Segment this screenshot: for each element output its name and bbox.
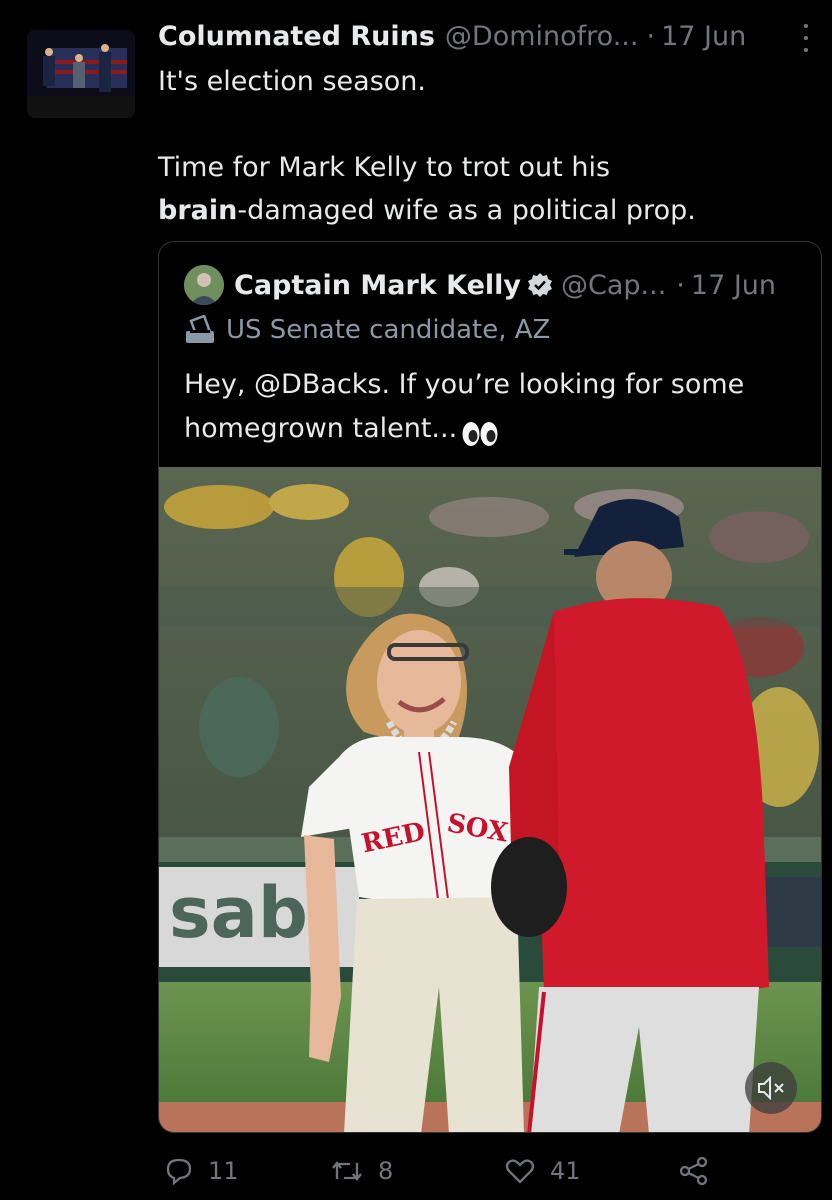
reply-button[interactable]: 11 (164, 1148, 239, 1194)
retweet-icon (332, 1161, 362, 1181)
speaker-muted-icon (758, 1075, 784, 1101)
reply-count: 11 (208, 1157, 239, 1185)
quoted-text-line: homegrown talent... (184, 413, 458, 444)
more-options-icon[interactable] (798, 24, 814, 52)
quoted-tweet-timestamp[interactable]: 17 Jun (691, 270, 776, 301)
tweet-media-video[interactable]: sab RED SOX (159, 467, 821, 1132)
like-button[interactable]: 41 (504, 1148, 581, 1194)
tweet-text: It's election season. Time for Mark Kell… (158, 60, 798, 232)
tweet-actions-bar: 11 8 41 (158, 1148, 718, 1194)
share-icon (679, 1156, 708, 1186)
quoted-tweet-text: Hey, @DBacks. If you’re looking for some… (184, 363, 804, 451)
tweet-timestamp[interactable]: 17 Jun (661, 21, 746, 52)
reply-icon (166, 1158, 192, 1186)
author-name[interactable]: Columnated Ruins (158, 21, 435, 52)
tweet-text-line: Time for Mark Kelly to trot out his (158, 152, 611, 183)
separator-dot: · (646, 20, 656, 52)
tweet-header: Columnated Ruins @Dominofro... · 17 Jun (158, 14, 818, 58)
ballot-box-icon (184, 314, 216, 345)
mute-button[interactable] (745, 1062, 797, 1114)
quoted-author-avatar[interactable] (184, 265, 224, 305)
tweet-text-rest: -damaged wife as a political prop. (237, 195, 696, 226)
quoted-text-line-2: homegrown talent... (184, 407, 804, 451)
like-count: 41 (550, 1157, 581, 1185)
tweet-text-line: brain-damaged wife as a political prop. (158, 189, 798, 232)
verified-badge-icon (527, 272, 553, 298)
bold-word: brain (158, 195, 238, 226)
quoted-author-handle[interactable]: @Cap... (561, 270, 666, 301)
government-label-text: US Senate candidate, AZ (226, 315, 551, 345)
quoted-text-line: Hey, @DBacks. If you’re looking for some (184, 369, 745, 400)
eyes-emoji-icon (461, 417, 499, 446)
quoted-tweet-header: Captain Mark Kelly @Cap... · 17 Jun (234, 262, 814, 308)
retweet-button[interactable]: 8 (330, 1148, 393, 1194)
svg-text:sab: sab (169, 872, 308, 954)
heart-icon (505, 1159, 535, 1184)
share-button[interactable] (678, 1148, 724, 1194)
tweet-text-line: It's election season. (158, 66, 426, 97)
author-avatar[interactable] (27, 30, 135, 118)
quoted-author-name[interactable]: Captain Mark Kelly (234, 270, 521, 301)
quoted-tweet[interactable]: Captain Mark Kelly @Cap... · 17 Jun US S… (158, 241, 822, 1133)
separator-dot: · (676, 269, 685, 301)
author-handle[interactable]: @Dominofro... (445, 21, 639, 52)
government-label: US Senate candidate, AZ (184, 310, 550, 350)
retweet-count: 8 (378, 1157, 394, 1185)
